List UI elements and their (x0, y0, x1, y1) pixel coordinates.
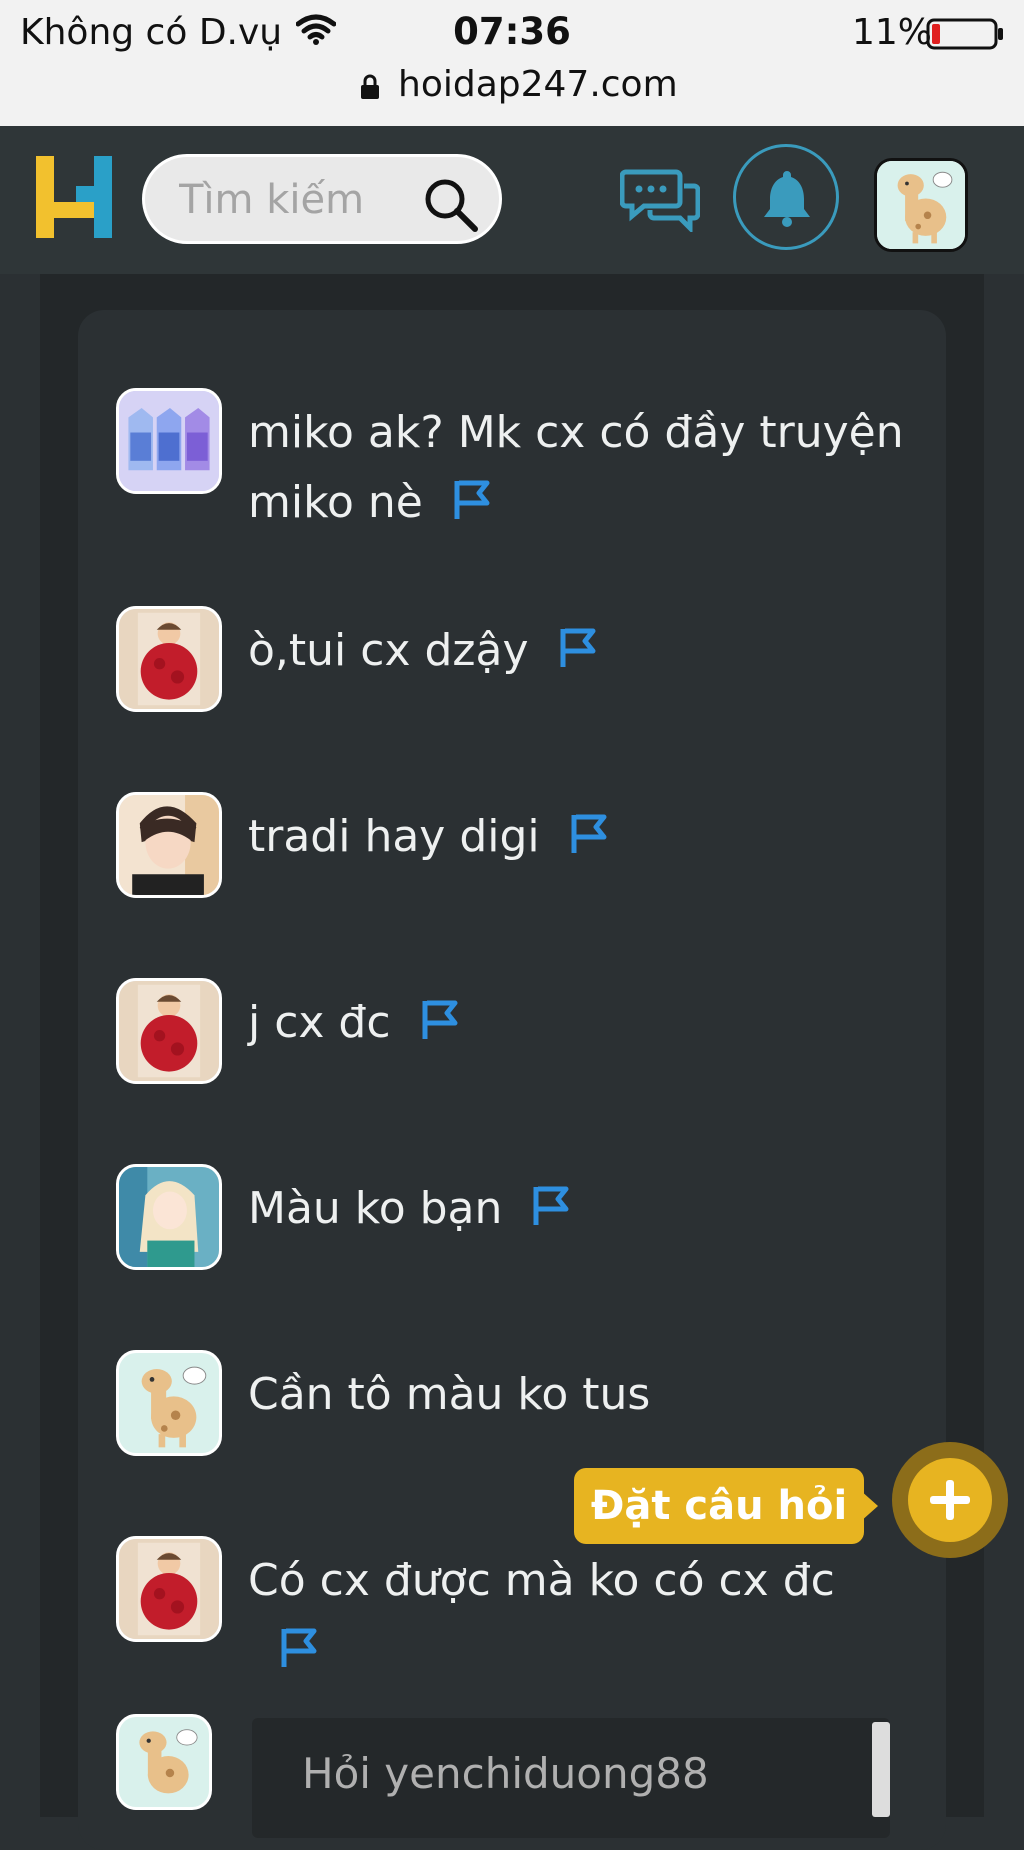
ask-question-label[interactable]: Đặt câu hỏi (574, 1468, 864, 1544)
ask-question-button-inner (908, 1458, 992, 1542)
comment-text: Màu ko bạn (248, 1174, 928, 1244)
ask-question-label-arrow (860, 1490, 878, 1522)
comment-text-content: ò,tui cx dzậy (248, 625, 529, 676)
textarea-resize-handle[interactable] (872, 1722, 890, 1817)
comment-text: tradi hay digi (248, 802, 928, 872)
giraffe-avatar[interactable] (116, 1714, 212, 1810)
report-flag-icon[interactable] (451, 477, 491, 521)
milk-cartons-avatar[interactable] (116, 388, 222, 494)
notification-button[interactable] (733, 144, 839, 250)
report-flag-icon[interactable] (568, 811, 608, 855)
boy-roses-avatar[interactable] (116, 1536, 222, 1642)
avatar-image (119, 981, 219, 1081)
comment-text-content: miko ak? Mk cx có đầy truyện miko nè (248, 407, 904, 528)
user-avatar[interactable] (874, 158, 968, 252)
report-flag-icon[interactable] (278, 1625, 318, 1669)
avatar-image (119, 1167, 219, 1267)
plus-icon (930, 1480, 970, 1520)
app-header (0, 126, 1024, 274)
avatar-image (119, 1353, 219, 1453)
search-input[interactable] (177, 171, 421, 229)
comment-text: Có cx được mà ko có cx đc (248, 1546, 928, 1686)
comment-text: ò,tui cx dzậy (248, 616, 928, 686)
comment-text-content: Màu ko bạn (248, 1183, 503, 1234)
comment-text-content: Có cx được mà ko có cx đc (248, 1555, 835, 1606)
hoidap-logo[interactable] (36, 156, 112, 238)
url-label[interactable]: hoidap247.com (398, 64, 678, 105)
comment-text: j cx đc (248, 988, 928, 1058)
battery-icon (926, 18, 1003, 50)
search-box[interactable] (142, 154, 502, 244)
avatar-image (119, 609, 219, 709)
status-bar: Không có D.vụ 07:36 11% hoidap247.com (0, 0, 1024, 126)
boy-roses-avatar[interactable] (116, 606, 222, 712)
comment-text-content: tradi hay digi (248, 811, 540, 862)
report-flag-icon[interactable] (530, 1183, 570, 1227)
ask-question-button[interactable] (892, 1442, 1008, 1558)
report-flag-icon[interactable] (419, 997, 459, 1041)
ask-input[interactable] (300, 1742, 804, 1804)
bell-icon (764, 171, 810, 227)
comment-text: Cần tô màu ko tus (248, 1360, 928, 1430)
boy-roses-avatar[interactable] (116, 978, 222, 1084)
ask-input-box[interactable] (252, 1718, 890, 1838)
lock-icon (361, 74, 379, 99)
comment-text-content: Cần tô màu ko tus (248, 1369, 651, 1420)
battery-percent: 11% (852, 12, 933, 53)
avatar-image (119, 1539, 219, 1639)
avatar-image (119, 1717, 209, 1807)
anime-girl-avatar[interactable] (116, 1164, 222, 1270)
search-icon[interactable] (421, 175, 479, 233)
report-flag-icon[interactable] (557, 625, 597, 669)
avatar-image (119, 795, 219, 895)
comment-text: miko ak? Mk cx có đầy truyện miko nè (248, 398, 928, 538)
avatar-image (119, 391, 219, 491)
anime-boy-avatar[interactable] (116, 792, 222, 898)
chat-icon[interactable] (620, 166, 700, 232)
comment-text-content: j cx đc (248, 997, 391, 1048)
giraffe-avatar[interactable] (116, 1350, 222, 1456)
giraffe-avatar-image (877, 161, 965, 249)
